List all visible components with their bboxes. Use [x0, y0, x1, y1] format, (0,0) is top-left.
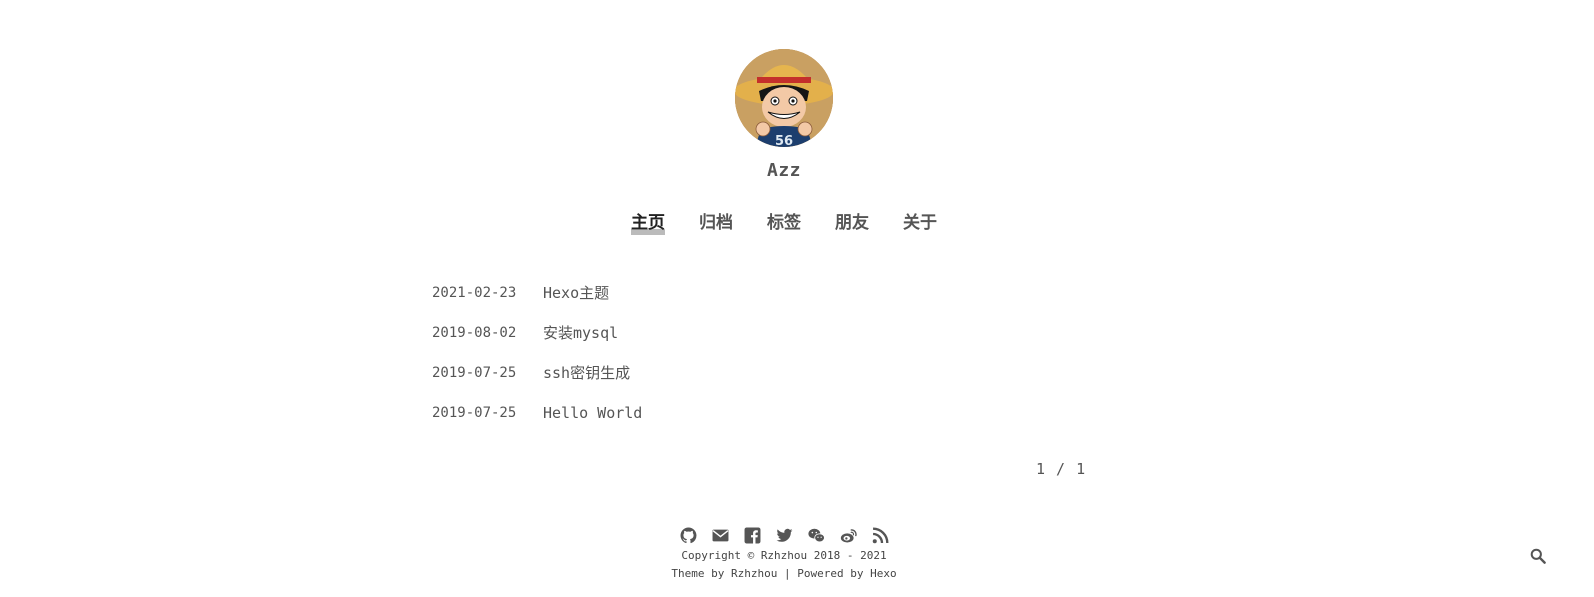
facebook-icon[interactable] — [744, 527, 761, 544]
nav-item-about[interactable]: 关于 — [903, 211, 937, 235]
avatar-image: 56 — [735, 49, 833, 147]
social-links — [0, 527, 1568, 544]
post-title-link[interactable]: Hexo主题 — [543, 282, 609, 304]
wechat-icon[interactable] — [807, 527, 825, 544]
nav-item-tags[interactable]: 标签 — [767, 211, 801, 235]
twitter-icon[interactable] — [776, 527, 793, 544]
post-title-link[interactable]: Hello World — [543, 402, 642, 424]
post-title-link[interactable]: ssh密钥生成 — [543, 362, 630, 384]
hexo-link[interactable]: Hexo — [870, 567, 897, 580]
theme-prefix: Theme by — [671, 567, 725, 580]
post-date: 2019-07-25 — [432, 405, 517, 421]
site-name[interactable]: Azz — [0, 160, 1568, 181]
nav-item-home[interactable]: 主页 — [631, 211, 665, 235]
github-icon[interactable] — [680, 527, 697, 544]
post-list: 2021-02-23 Hexo主题 2019-08-02 安装mysql 201… — [432, 282, 1092, 442]
credits-separator: | — [783, 567, 791, 580]
theme-credits: Theme by Rzhzhou | Powered by Hexo — [0, 567, 1568, 580]
post-list-item: 2021-02-23 Hexo主题 — [432, 282, 1092, 322]
post-date: 2021-02-23 — [432, 285, 517, 301]
pagination: 1 / 1 — [1036, 460, 1086, 478]
theme-author-link[interactable]: Rzhzhou — [731, 567, 777, 580]
copyright-text: Copyright © Rzhzhou 2018 - 2021 — [681, 549, 887, 562]
weibo-icon[interactable] — [840, 527, 857, 544]
post-title-link[interactable]: 安装mysql — [543, 322, 618, 344]
post-list-item: 2019-07-25 ssh密钥生成 — [432, 362, 1092, 402]
svg-text:56: 56 — [775, 134, 793, 147]
post-date: 2019-07-25 — [432, 365, 517, 381]
rss-icon[interactable] — [872, 527, 889, 544]
avatar[interactable]: 56 — [735, 49, 833, 147]
powered-prefix: Powered by — [797, 567, 864, 580]
post-date: 2019-08-02 — [432, 325, 517, 341]
page: 56 Azz 主页 归档 标签 朋友 关于 2021-02-23 Hexo主题 … — [0, 0, 1594, 597]
search-icon[interactable] — [1530, 548, 1546, 564]
post-list-item: 2019-07-25 Hello World — [432, 402, 1092, 442]
post-list-item: 2019-08-02 安装mysql — [432, 322, 1092, 362]
main-nav: 主页 归档 标签 朋友 关于 — [0, 211, 1568, 235]
mail-icon[interactable] — [712, 527, 729, 544]
nav-item-friends[interactable]: 朋友 — [835, 211, 869, 235]
nav-item-archive[interactable]: 归档 — [699, 211, 733, 235]
